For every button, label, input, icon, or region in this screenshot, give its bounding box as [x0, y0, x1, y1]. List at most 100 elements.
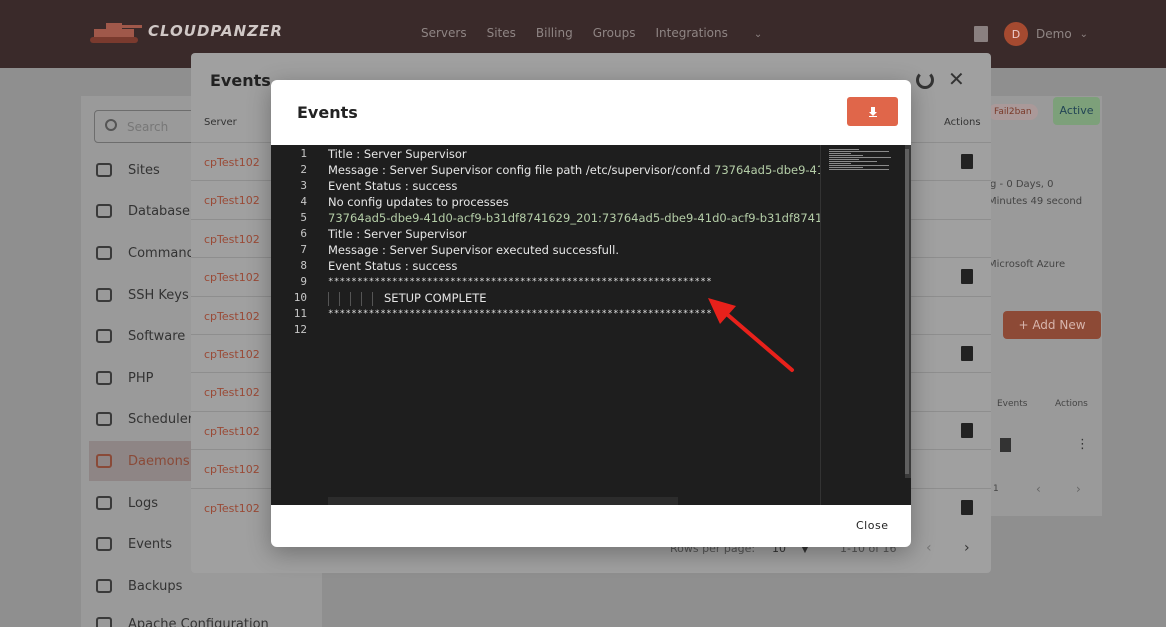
server-link[interactable]: cpTest102 [204, 386, 260, 399]
code-viewer[interactable]: 1 2 3 4 5 6 7 8 9 10 11 12 Title : Server Superviso… [271, 145, 911, 505]
globe-icon [96, 163, 112, 177]
code-line: Event Status : success [328, 179, 457, 193]
nav-servers[interactable]: Servers [421, 26, 467, 40]
line-number: 1 [300, 147, 307, 160]
sidebar-item[interactable]: Backups [96, 576, 182, 596]
code-text: ****************************************… [328, 277, 713, 287]
fail2ban-badge: Fail2ban [988, 104, 1038, 120]
server-link[interactable]: cpTest102 [204, 502, 260, 515]
code-line: Title : Server Supervisor [328, 227, 467, 241]
monitor-icon [96, 329, 112, 343]
nav-sites[interactable]: Sites [487, 26, 516, 40]
chevron-right-icon[interactable]: › [964, 540, 970, 556]
document-icon[interactable] [1000, 438, 1011, 452]
code-line: Title : Server Supervisor [328, 147, 467, 161]
code-line: ****************************************… [328, 277, 712, 287]
download-button[interactable] [847, 97, 898, 126]
nav-billing[interactable]: Billing [536, 26, 573, 40]
add-new-button[interactable]: + Add New [1003, 311, 1101, 339]
avatar[interactable]: D [1004, 22, 1028, 46]
line-number: 7 [300, 243, 307, 256]
sidebar-item[interactable]: SSH Keys [96, 285, 189, 305]
brand-logo[interactable]: CLOUDPANZER [84, 14, 283, 48]
dialog-title: Events [297, 103, 358, 122]
indent-guides [328, 291, 380, 306]
provider-name: Microsoft Azure [988, 259, 1066, 270]
sidebar-item[interactable]: PHP [96, 368, 153, 388]
download-icon [868, 106, 877, 117]
col-header-actions: Actions [944, 117, 981, 128]
minimap-line [829, 163, 851, 164]
pagination-page: 1 [993, 484, 999, 494]
events-modal-title: Events [210, 71, 271, 90]
sidebar-item[interactable]: Events [96, 534, 172, 554]
server-link[interactable]: cpTest102 [204, 156, 260, 169]
code-line: Event Status : success [328, 259, 457, 273]
line-number: 2 [300, 163, 307, 176]
code-line: Message : Server Supervisor executed suc… [328, 243, 619, 257]
document-icon[interactable] [961, 269, 973, 285]
code-minimap[interactable] [820, 145, 900, 505]
code-text: No config updates to processes [328, 195, 509, 209]
tank-logo-icon [90, 23, 142, 43]
sidebar-item[interactable]: Scheduler [96, 409, 193, 429]
document-icon[interactable] [961, 346, 973, 361]
server-info-card [980, 96, 1102, 516]
user-area: D Demo ⌄ [974, 22, 1088, 46]
sidebar-item-label: Events [128, 536, 173, 552]
col-events: Events [997, 399, 1028, 409]
nav-integrations-label: Integrations [655, 26, 728, 40]
sidebar-item[interactable]: Command [96, 243, 195, 263]
more-vertical-icon[interactable]: ⋮ [1076, 437, 1089, 452]
document-icon[interactable] [974, 26, 988, 42]
database-icon [96, 204, 112, 218]
server-link[interactable]: cpTest102 [204, 271, 260, 284]
logs-icon [96, 496, 112, 510]
sidebar-item[interactable]: Sites [96, 160, 160, 180]
code-text: 73764ad5-dbe9-41d0-acf9-b31df8741629_201… [328, 211, 820, 225]
minimap-line [829, 159, 859, 160]
cloud-upload-icon [96, 579, 112, 593]
search-icon [105, 119, 117, 131]
sidebar-item[interactable]: Software [96, 326, 185, 346]
chevron-right-icon[interactable]: › [1076, 482, 1081, 496]
sidebar-item[interactable]: Logs [96, 493, 158, 513]
chevron-left-icon[interactable]: ‹ [1036, 482, 1041, 496]
document-icon[interactable] [961, 154, 973, 169]
server-link[interactable]: cpTest102 [204, 233, 260, 246]
chevron-down-icon: ⌄ [753, 29, 763, 40]
line-number: 9 [300, 275, 307, 288]
sidebar-item[interactable]: Daemons [96, 451, 190, 471]
sidebar-item[interactable]: Database [96, 201, 190, 221]
sidebar-item-label: Backups [128, 578, 183, 594]
nav-groups[interactable]: Groups [593, 26, 636, 40]
document-icon[interactable] [961, 499, 973, 515]
user-name[interactable]: Demo [1036, 27, 1072, 41]
calendar-clock-icon [96, 412, 112, 426]
document-icon[interactable] [961, 422, 973, 438]
sidebar-item-label: Scheduler [128, 411, 194, 427]
horizontal-scrollbar[interactable] [328, 497, 678, 505]
server-link[interactable]: cpTest102 [204, 194, 260, 207]
server-link[interactable]: cpTest102 [204, 425, 260, 438]
refresh-icon[interactable] [916, 71, 934, 89]
close-icon[interactable]: ✕ [948, 67, 965, 91]
server-link[interactable]: cpTest102 [204, 463, 260, 476]
close-button[interactable]: Close [856, 519, 888, 532]
minimap-line [829, 157, 891, 158]
code-text: Title : Server Supervisor [328, 227, 467, 241]
nav-integrations[interactable]: Integrations ⌄ [656, 26, 783, 40]
col-actions: Actions [1055, 399, 1088, 409]
server-link[interactable]: cpTest102 [204, 310, 260, 323]
sidebar-item[interactable]: Apache Configuration [96, 614, 269, 627]
line-number: 10 [293, 291, 307, 304]
bolt-icon [96, 454, 112, 468]
scrollbar-thumb[interactable] [905, 149, 909, 474]
chevron-down-icon[interactable]: ⌄ [1080, 29, 1088, 40]
chevron-left-icon[interactable]: ‹ [926, 540, 932, 556]
main-nav: Servers Sites Billing Groups Integration… [421, 26, 802, 40]
minimap-line [829, 155, 863, 156]
server-link[interactable]: cpTest102 [204, 348, 260, 361]
php-icon [96, 371, 112, 385]
code-text: Title : Server Supervisor [328, 147, 467, 161]
